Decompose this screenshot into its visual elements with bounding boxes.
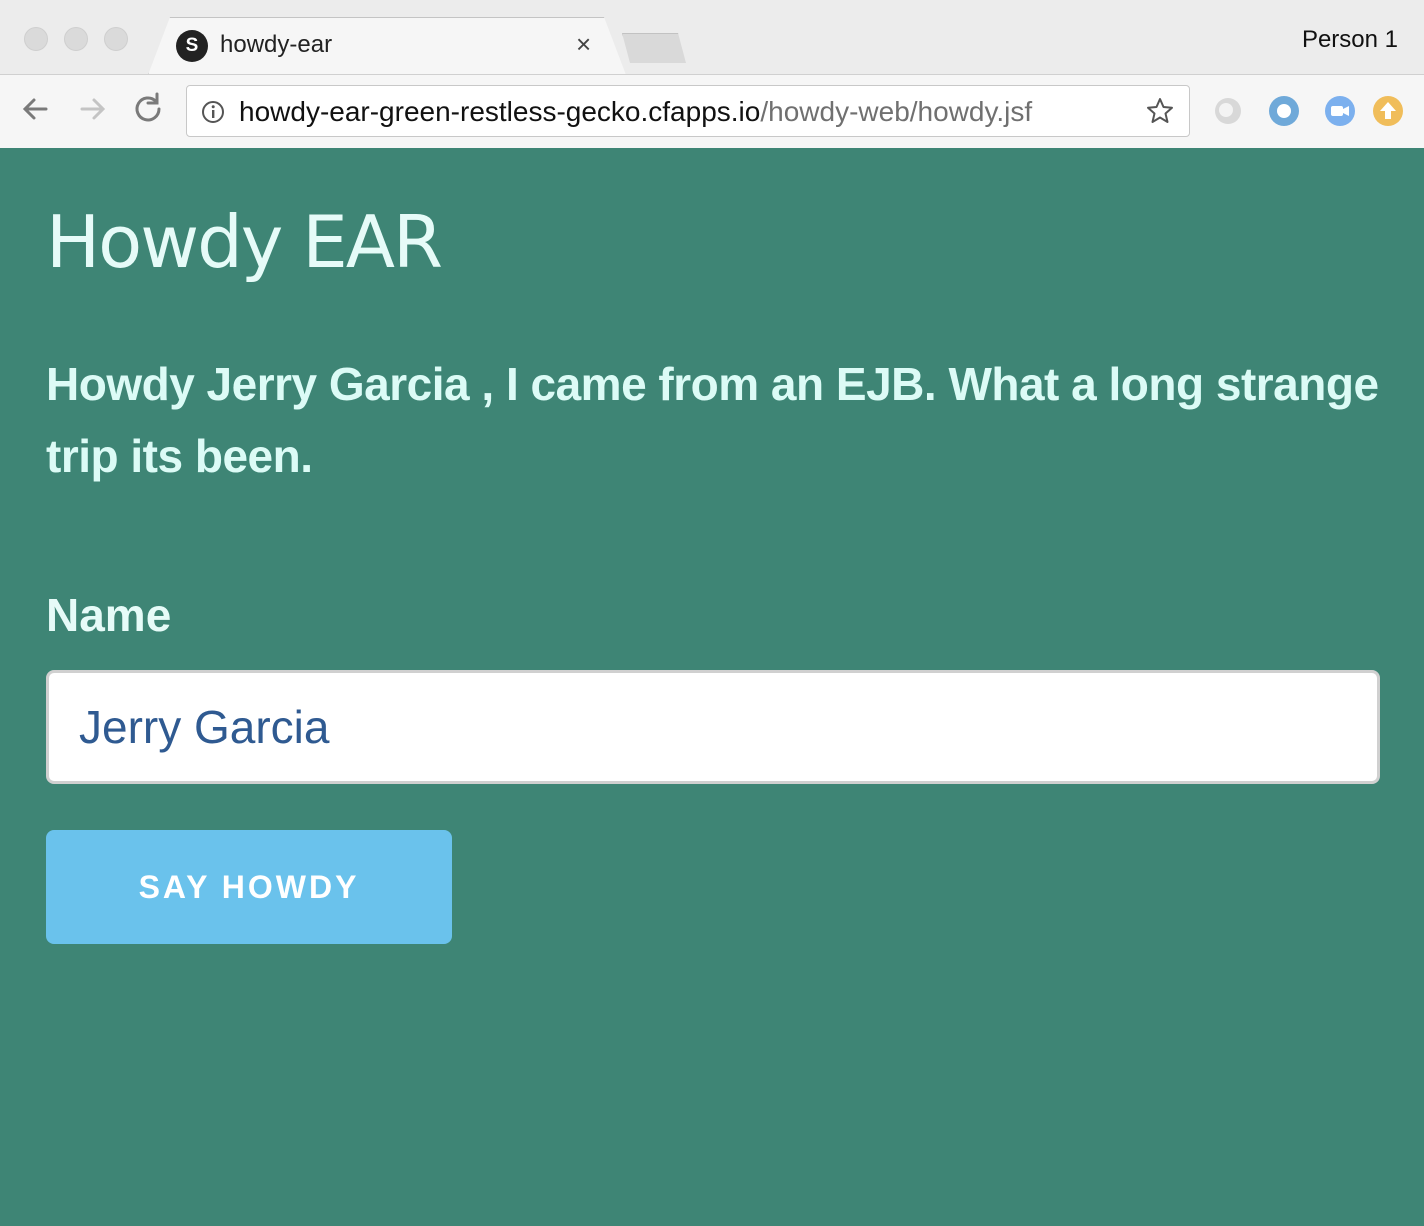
grey-extension-icon[interactable] [1212, 95, 1244, 127]
close-window-button[interactable] [24, 27, 48, 51]
name-label: Name [46, 589, 172, 641]
url-host: howdy-ear-green-restless-gecko.cfapps.io [239, 96, 761, 127]
bookmark-star-icon[interactable] [1145, 96, 1175, 126]
upload-extension-icon[interactable] [1372, 95, 1404, 127]
zoom-window-button[interactable] [104, 27, 128, 51]
blue-ring-extension-icon[interactable] [1268, 95, 1300, 127]
greeting-message: Howdy Jerry Garcia , I came from an EJB.… [46, 358, 1379, 482]
new-tab-button[interactable] [622, 33, 686, 63]
url-text[interactable]: howdy-ear-green-restless-gecko.cfapps.io… [239, 96, 1032, 128]
url-path: /howdy-web/howdy.jsf [760, 96, 1033, 127]
page-content: Howdy EAR Howdy Jerry Garcia , I came fr… [0, 148, 1424, 1226]
tab-strip: S howdy-ear × Person 1 [0, 0, 1424, 75]
name-input[interactable] [46, 670, 1380, 784]
forward-arrow-icon[interactable] [72, 89, 112, 129]
tab-close-icon[interactable]: × [576, 29, 591, 60]
profile-name[interactable]: Person 1 [1302, 26, 1398, 54]
back-arrow-icon[interactable] [16, 89, 56, 129]
address-bar[interactable]: howdy-ear-green-restless-gecko.cfapps.io… [186, 85, 1190, 137]
info-icon[interactable] [201, 100, 225, 124]
tab-title: howdy-ear [220, 31, 333, 58]
tab-content: S howdy-ear × [176, 17, 616, 74]
reload-icon[interactable] [128, 89, 168, 129]
site-favicon-icon: S [176, 30, 208, 62]
browser-chrome: S howdy-ear × Person 1 howdy-ear-green-r… [0, 0, 1424, 148]
browser-toolbar: howdy-ear-green-restless-gecko.cfapps.io… [0, 74, 1424, 148]
video-extension-icon[interactable] [1324, 95, 1356, 127]
say-howdy-button[interactable]: SAY HOWDY [46, 830, 452, 944]
page-title: Howdy EAR [46, 200, 443, 284]
minimize-window-button[interactable] [64, 27, 88, 51]
